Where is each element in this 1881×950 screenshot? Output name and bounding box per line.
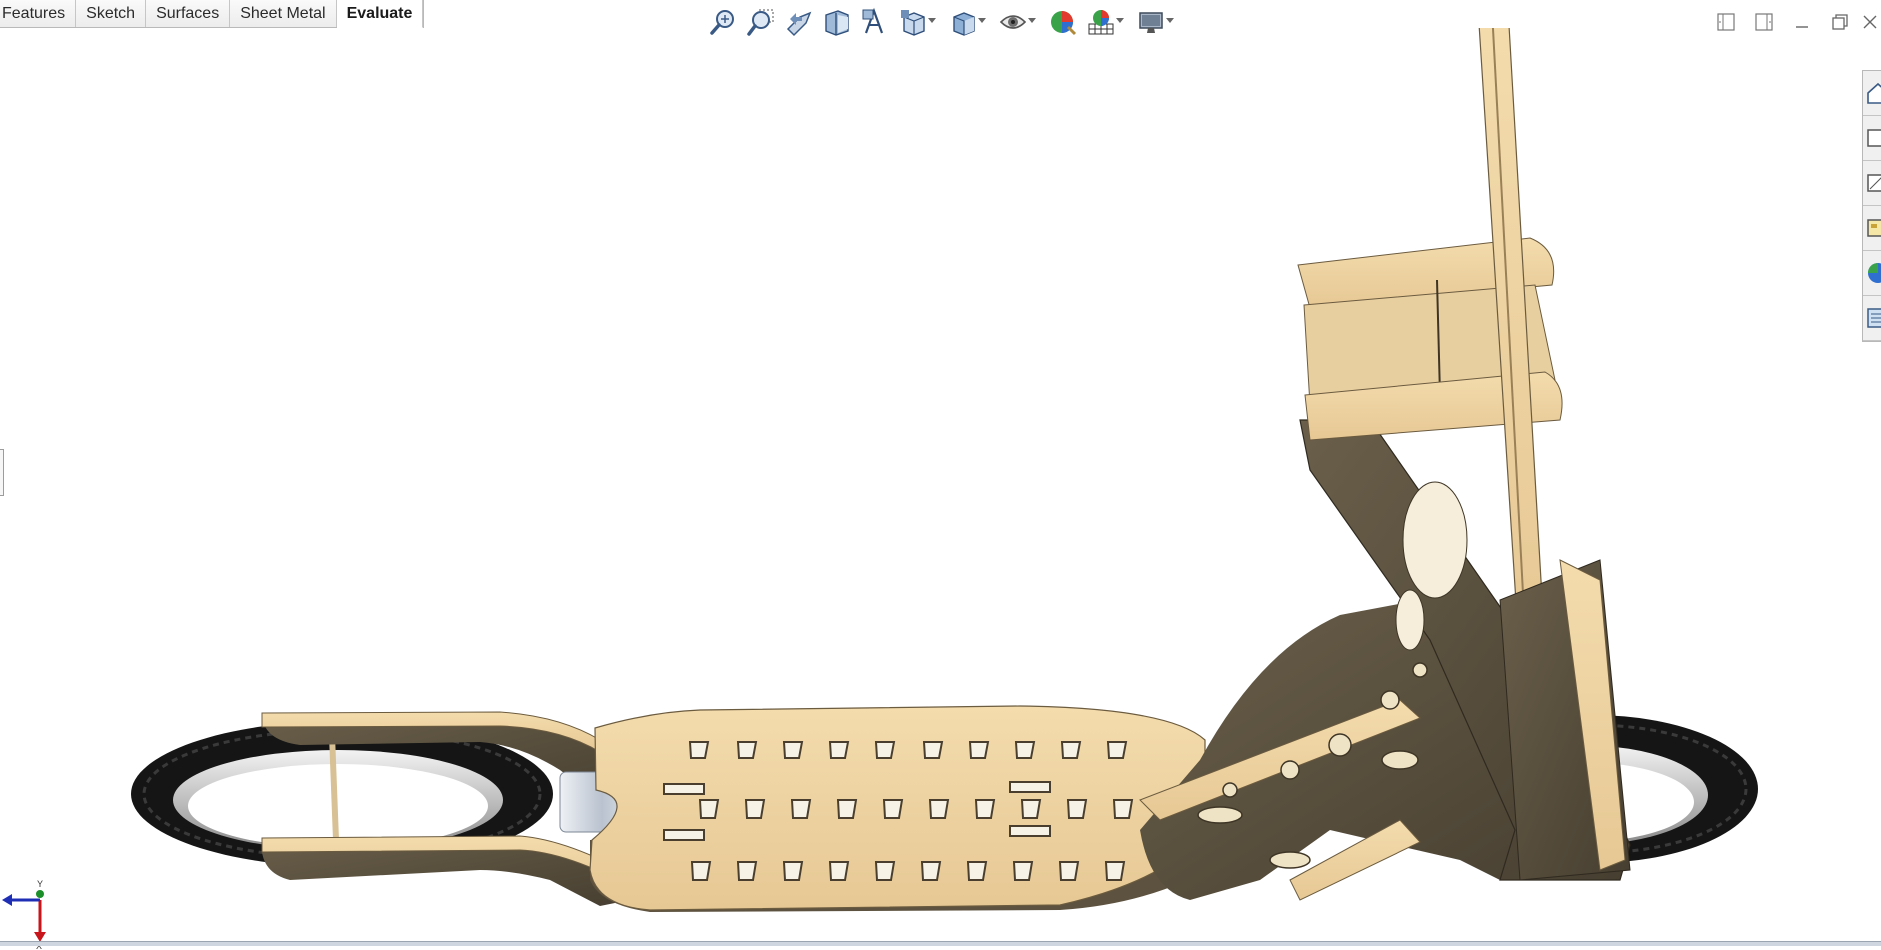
orientation-triad: Y X <box>2 880 46 950</box>
triad-y-label: Y <box>37 880 43 889</box>
graphics-area[interactable]: Y X <box>0 28 1881 950</box>
chevron-down-icon[interactable] <box>1166 18 1174 23</box>
deck <box>589 705 1206 912</box>
scooter-model[interactable] <box>0 28 1881 940</box>
chevron-down-icon[interactable] <box>1116 18 1124 23</box>
command-manager-tabs: Features Sketch Surfaces Sheet Metal Eva… <box>0 0 425 28</box>
tab-sheet-metal[interactable]: Sheet Metal <box>230 0 337 27</box>
status-bar-edge <box>0 941 1881 946</box>
tab-sketch[interactable]: Sketch <box>76 0 147 27</box>
chevron-down-icon[interactable] <box>978 18 986 23</box>
tab-surfaces[interactable]: Surfaces <box>146 0 231 27</box>
tab-evaluate[interactable]: Evaluate <box>336 0 424 28</box>
chevron-down-icon[interactable] <box>1028 18 1036 23</box>
chevron-down-icon[interactable] <box>928 18 936 23</box>
front-fork <box>1499 559 1631 881</box>
tab-features[interactable]: Features <box>0 0 77 27</box>
